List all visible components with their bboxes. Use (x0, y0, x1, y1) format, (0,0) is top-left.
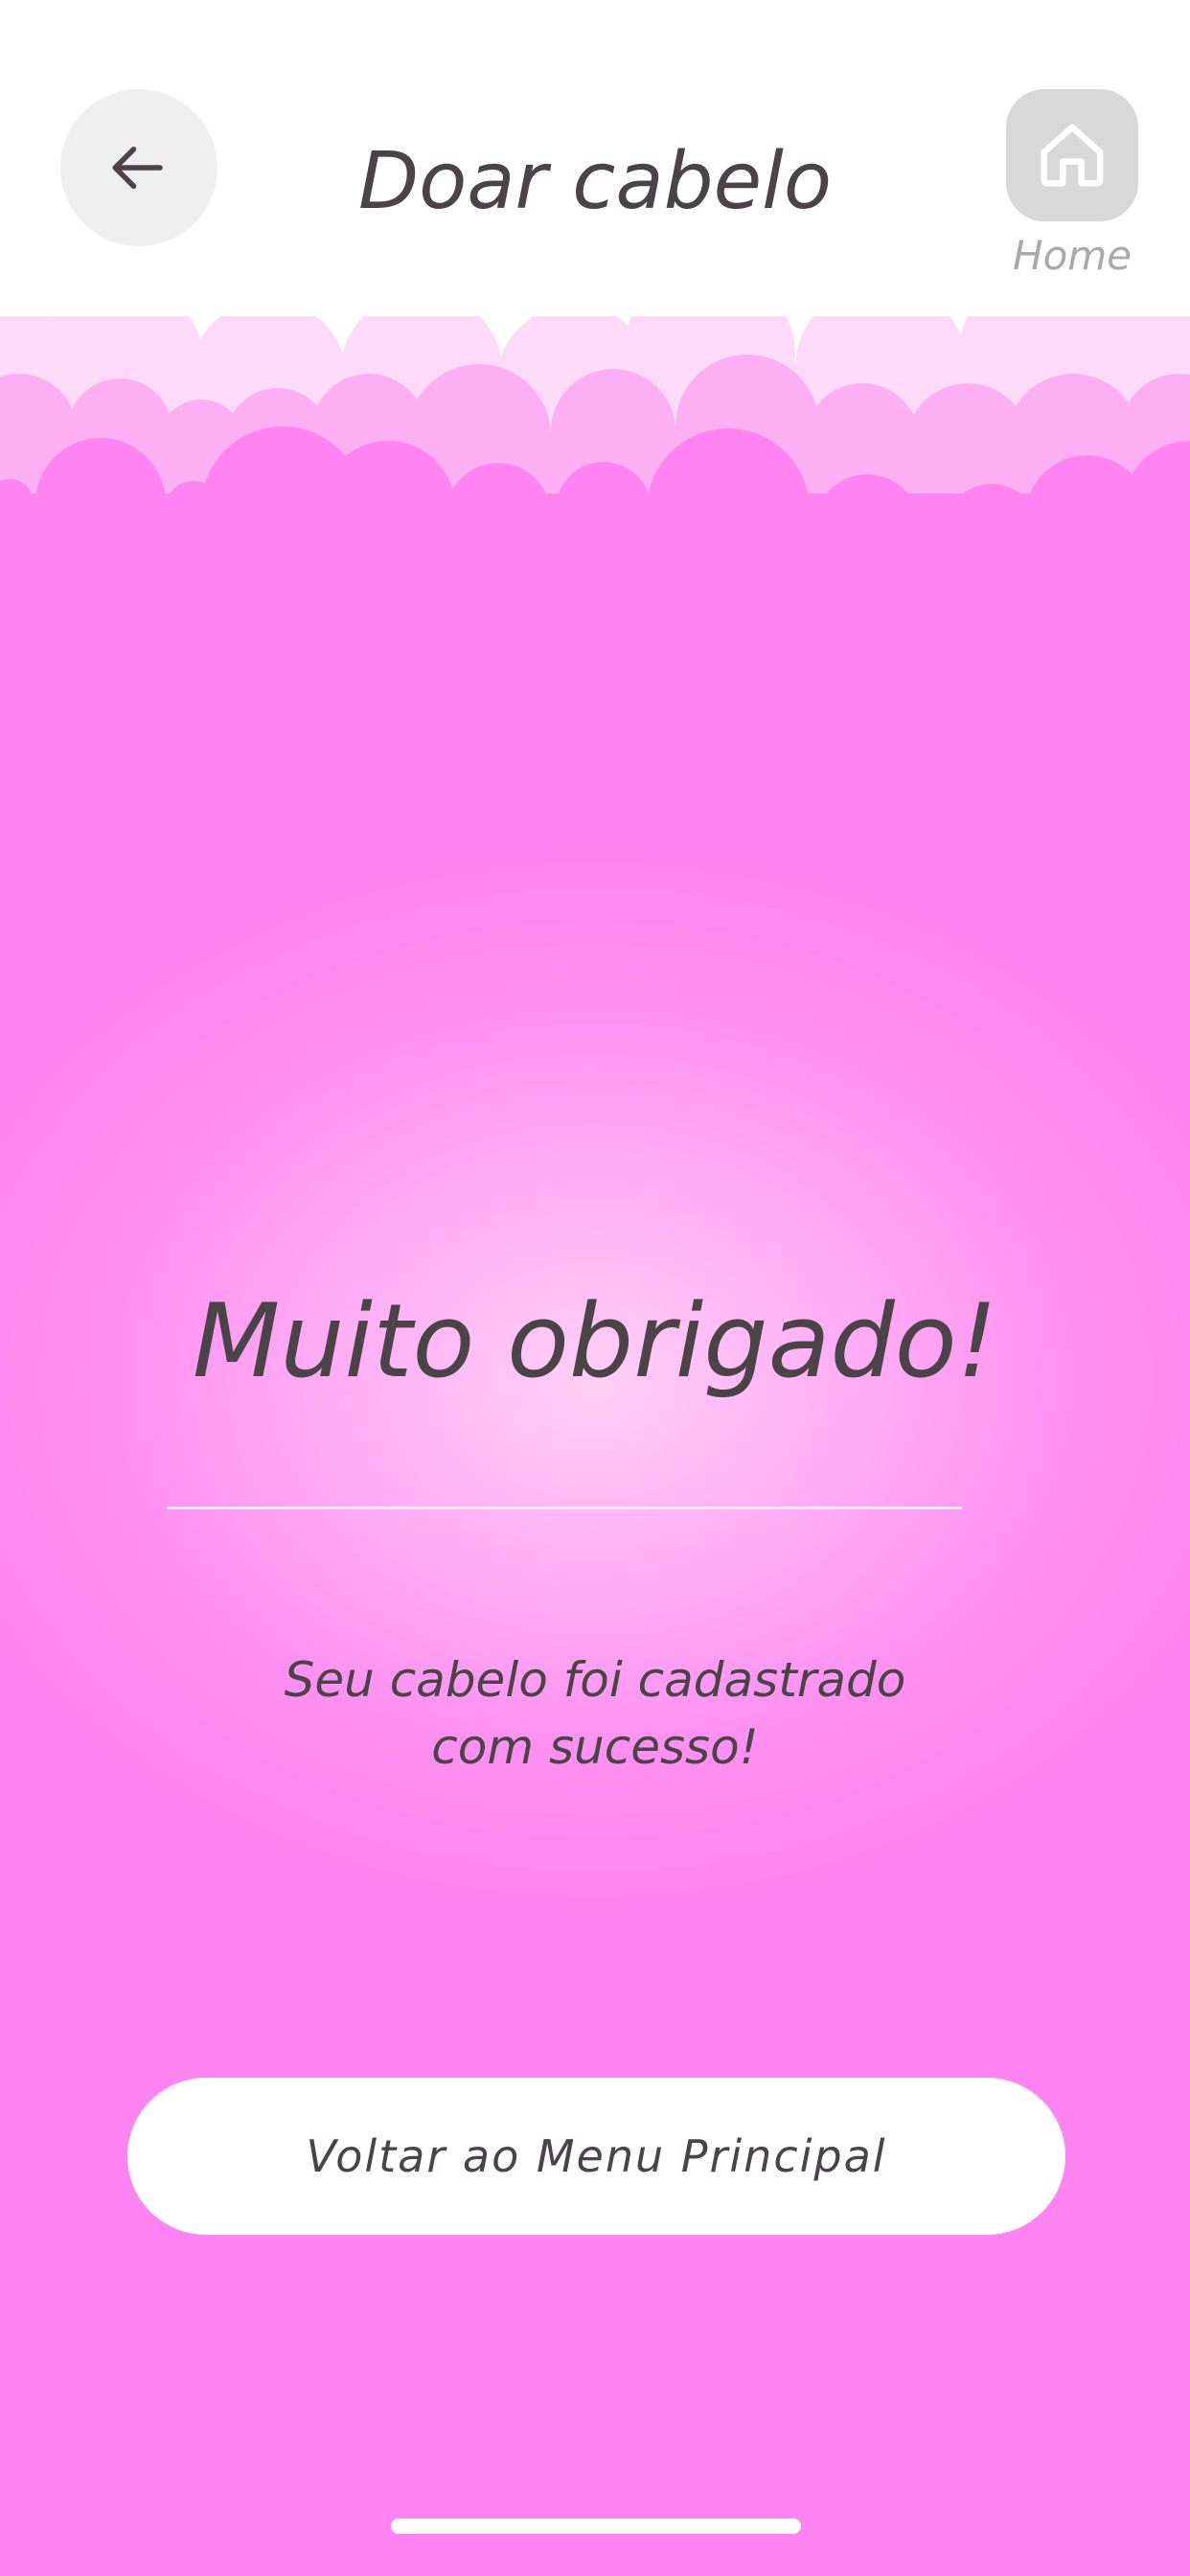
home-label: Home (1012, 232, 1133, 279)
cloud-decoration (0, 288, 1190, 575)
success-message-line2: com sucesso! (431, 1719, 759, 1775)
home-button[interactable] (1006, 89, 1138, 221)
home-indicator[interactable] (391, 2518, 801, 2534)
thank-you-heading: Muito obrigado! (192, 1282, 998, 1400)
divider (167, 1506, 962, 1509)
home-icon (1041, 124, 1104, 187)
success-message: Seu cabelo foi cadastrado com sucesso! (212, 1646, 978, 1781)
success-message-line1: Seu cabelo foi cadastrado (284, 1652, 906, 1708)
main-menu-button[interactable]: Voltar ao Menu Principal (127, 2078, 1065, 2235)
top-bar: Doar cabelo Home (0, 0, 1190, 316)
main-background (0, 460, 1190, 2576)
